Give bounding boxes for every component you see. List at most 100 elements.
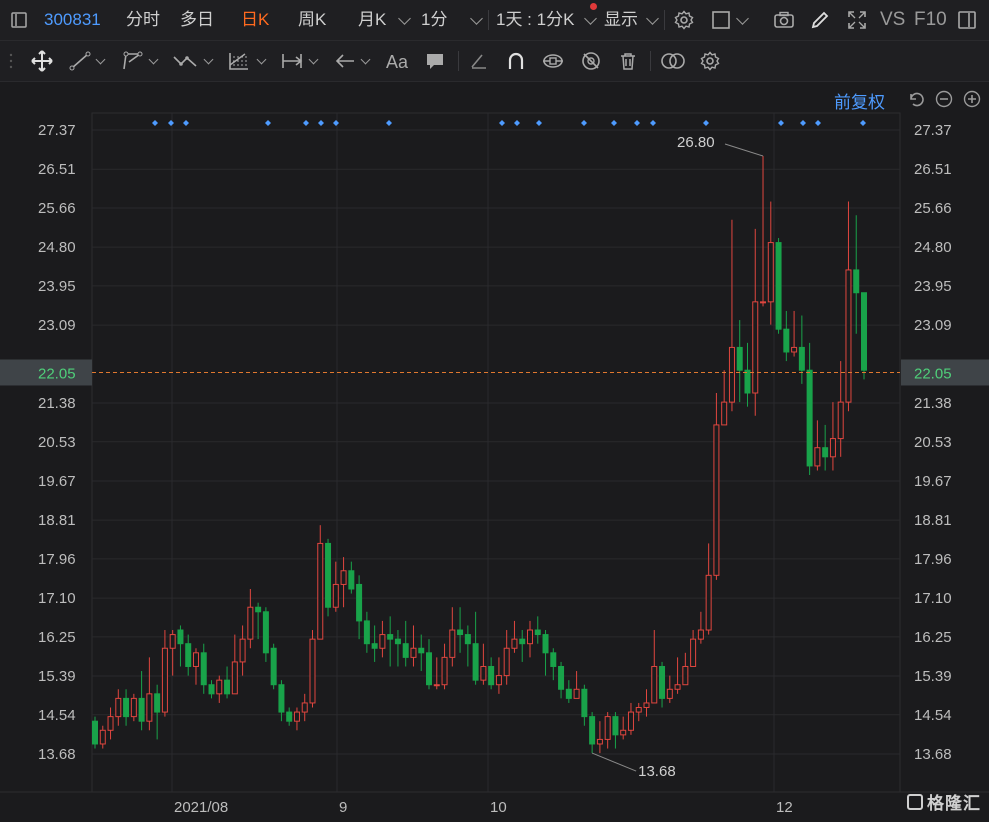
candle-body[interactable] [526, 629, 533, 645]
eye-hide-icon[interactable] [579, 50, 603, 72]
candle-body[interactable] [674, 684, 681, 690]
candle-body[interactable] [371, 643, 378, 649]
candle-body[interactable] [760, 301, 767, 304]
tab-daily-k[interactable]: 日K [241, 0, 269, 40]
candle-body[interactable] [480, 665, 487, 681]
candle-body[interactable] [783, 328, 790, 353]
candle-body[interactable] [231, 661, 238, 695]
candle-body[interactable] [426, 652, 433, 686]
candle-body[interactable] [340, 570, 347, 585]
candle-body[interactable] [697, 629, 704, 640]
candle-body[interactable] [208, 684, 215, 695]
candle-body[interactable] [224, 679, 231, 695]
candle-body[interactable] [635, 707, 642, 713]
vs-compare-button[interactable]: VS [880, 0, 905, 40]
comment-tool-icon[interactable] [424, 50, 446, 72]
chevron-down-icon[interactable] [360, 54, 371, 65]
candle-body[interactable] [744, 369, 751, 394]
chevron-down-icon[interactable] [148, 54, 159, 65]
candle-body[interactable] [123, 697, 130, 718]
overlay-icon[interactable] [660, 50, 686, 72]
candle-body[interactable] [348, 570, 355, 590]
tab-one-minute[interactable]: 1分 [421, 0, 447, 40]
candle-body[interactable] [713, 424, 720, 576]
chevron-down-icon[interactable] [736, 12, 749, 25]
candle-body[interactable] [363, 620, 370, 645]
candle-body[interactable] [627, 711, 634, 731]
candle-body[interactable] [433, 684, 440, 687]
candle-body[interactable] [651, 665, 658, 704]
candlestick-chart[interactable]: 27.37 27.37 26.51 26.51 25.66 25.66 24.80 24.80… [0, 112, 989, 822]
candle-body[interactable] [511, 638, 518, 649]
candle-body[interactable] [115, 697, 122, 718]
fib-tool-icon[interactable] [226, 50, 252, 72]
candle-body[interactable] [239, 638, 246, 663]
arrow-tool-icon[interactable] [333, 50, 357, 72]
chevron-down-icon[interactable] [646, 12, 659, 25]
trash-icon[interactable] [617, 50, 639, 72]
candle-body[interactable] [666, 688, 673, 699]
f10-button[interactable]: F10 [914, 0, 947, 40]
candle-body[interactable] [293, 711, 300, 722]
zoom-in-icon[interactable] [962, 89, 982, 109]
candle-body[interactable] [837, 401, 844, 440]
candle-body[interactable] [589, 716, 596, 745]
candle-body[interactable] [565, 688, 572, 699]
candle-body[interactable] [387, 634, 394, 640]
candle-body[interactable] [791, 346, 798, 353]
candle-body[interactable] [410, 647, 417, 658]
chevron-down-icon[interactable] [203, 54, 214, 65]
candle-body[interactable] [861, 292, 867, 371]
candlestick-chart-svg[interactable]: 27.37 27.37 26.51 26.51 25.66 25.66 24.80 24.80… [0, 112, 989, 822]
candle-body[interactable] [581, 688, 588, 718]
candle-body[interactable] [705, 574, 712, 631]
candle-body[interactable] [216, 679, 223, 695]
candle-body[interactable] [130, 697, 137, 718]
display-menu[interactable]: 显示 [604, 0, 638, 40]
candle-body[interactable] [472, 643, 479, 681]
sidebar-toggle-icon[interactable] [10, 11, 28, 29]
candle-body[interactable] [278, 684, 285, 713]
chevron-down-icon[interactable] [256, 54, 267, 65]
candle-body[interactable] [721, 401, 728, 426]
camera-icon[interactable] [772, 9, 796, 31]
multi-day-selector[interactable]: 1天 : 1分K [496, 0, 574, 40]
candle-body[interactable] [534, 629, 541, 636]
tab-duori[interactable]: 多日 [180, 0, 214, 40]
drag-handle-icon[interactable] [8, 51, 14, 71]
candle-body[interactable] [643, 702, 650, 709]
eraser-tool-icon[interactable] [468, 50, 490, 72]
candle-body[interactable] [379, 634, 386, 649]
chevron-down-icon[interactable] [470, 12, 483, 25]
candle-body[interactable] [169, 634, 176, 649]
candle-body[interactable] [301, 702, 308, 713]
text-tool-icon[interactable]: Aa [385, 50, 411, 72]
candle-body[interactable] [659, 665, 666, 699]
stock-code[interactable]: 300831 [44, 0, 101, 40]
candle-body[interactable] [457, 629, 464, 636]
candle-body[interactable] [853, 269, 860, 294]
candle-body[interactable] [503, 647, 510, 677]
panel-icon[interactable] [956, 9, 978, 31]
candle-body[interactable] [418, 647, 425, 654]
chevron-down-icon[interactable] [308, 54, 319, 65]
candle-body[interactable] [798, 346, 805, 371]
candle-body[interactable] [806, 369, 813, 467]
link-icon[interactable] [541, 50, 565, 72]
candle-body[interactable] [177, 629, 184, 645]
candle-body[interactable] [775, 242, 782, 330]
candle-body[interactable] [317, 542, 324, 640]
candle-body[interactable] [495, 675, 502, 686]
candle-body[interactable] [752, 301, 759, 394]
candle-body[interactable] [394, 638, 401, 645]
candle-body[interactable] [107, 716, 114, 731]
chevron-down-icon[interactable] [584, 12, 597, 25]
move-cross-icon[interactable] [30, 50, 54, 72]
tab-weekly-k[interactable]: 周K [298, 0, 326, 40]
candle-body[interactable] [286, 711, 293, 722]
candle-body[interactable] [814, 447, 821, 467]
candle-body[interactable] [736, 346, 743, 371]
candle-body[interactable] [682, 665, 689, 686]
measure-tool-icon[interactable] [280, 50, 304, 72]
candle-body[interactable] [138, 697, 145, 722]
